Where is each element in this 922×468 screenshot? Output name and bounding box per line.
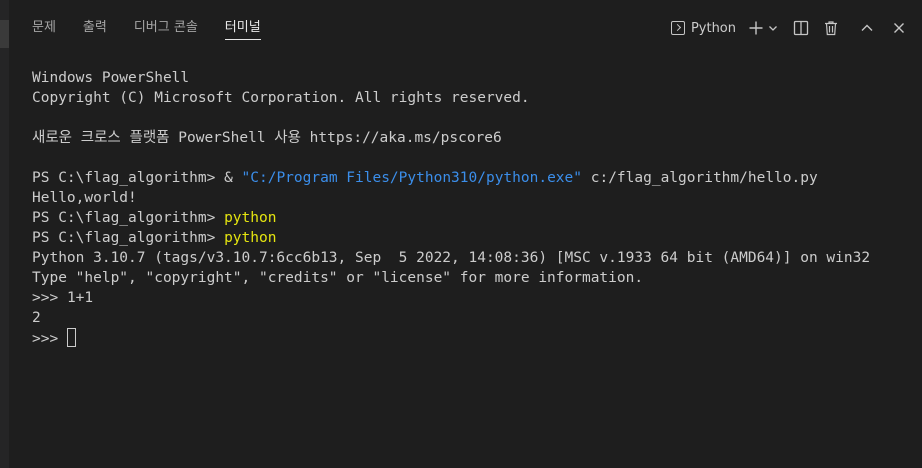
repl-input: 1+1 — [66, 290, 94, 306]
terminal-line: PS C:\flag_algorithm> python — [32, 208, 922, 228]
prompt: PS C:\flag_algorithm> — [32, 210, 216, 226]
call-operator: & — [224, 170, 233, 186]
split-terminal-button[interactable] — [790, 16, 812, 40]
terminal-line: Hello,world! — [32, 190, 137, 206]
text-cursor — [67, 328, 77, 347]
panel-tabs: 문제 출력 디버그 콘솔 터미널 — [32, 0, 288, 55]
terminal-line: Type "help", "copyright", "credits" or "… — [32, 270, 644, 286]
prompt: PS C:\flag_algorithm> — [32, 230, 216, 246]
terminal-line: 새로운 크로스 플랫폼 PowerShell 사용 https://aka.ms… — [32, 130, 502, 146]
tab-debug-console[interactable]: 디버그 콘솔 — [134, 0, 198, 55]
string-argument: "C:/Program Files/Python310/python.exe" — [241, 170, 582, 186]
left-edge-strip — [0, 0, 9, 468]
terminal-line: Python 3.10.7 (tags/v3.10.7:6cc6b13, Sep… — [32, 250, 871, 266]
tab-terminal[interactable]: 터미널 — [224, 0, 261, 55]
command: python — [224, 230, 277, 246]
panel-header: 문제 출력 디버그 콘솔 터미널 Python — [9, 0, 922, 55]
launch-profile-button[interactable] — [766, 16, 780, 40]
repl-prompt: >>> — [32, 331, 59, 347]
trash-icon — [825, 21, 837, 36]
command: python — [224, 210, 277, 226]
chevron-down-icon — [769, 26, 777, 31]
tab-output[interactable]: 출력 — [83, 0, 107, 55]
terminal-line: PS C:\flag_algorithm> & "C:/Program File… — [32, 168, 922, 188]
terminal-input-line[interactable]: >>> — [32, 328, 922, 348]
close-icon — [894, 23, 904, 33]
shell-name: Python — [690, 20, 736, 36]
close-panel-button[interactable] — [888, 16, 910, 40]
kill-terminal-button[interactable] — [820, 16, 842, 40]
new-terminal-button[interactable] — [746, 16, 766, 40]
script-path: c:/flag_algorithm/hello.py — [590, 170, 818, 186]
plus-icon — [749, 21, 763, 35]
repl-prompt: >>> — [32, 290, 59, 306]
terminal-shell-selector[interactable]: Python — [670, 16, 736, 40]
terminal-line: 2 — [32, 310, 41, 326]
tab-problems[interactable]: 문제 — [32, 0, 56, 55]
panel-actions: Python — [670, 16, 910, 40]
terminal-line: Windows PowerShell — [32, 70, 190, 86]
terminal-line: >>> 1+1 — [32, 288, 922, 308]
terminal-icon — [670, 21, 685, 35]
edge-marker — [0, 20, 9, 48]
prompt: PS C:\flag_algorithm> — [32, 170, 216, 186]
maximize-panel-button[interactable] — [856, 16, 878, 40]
split-icon — [793, 20, 809, 36]
terminal-line: Copyright (C) Microsoft Corporation. All… — [32, 90, 530, 106]
terminal-line: PS C:\flag_algorithm> python — [32, 228, 922, 248]
chevron-up-icon — [861, 24, 873, 31]
terminal-output[interactable]: Windows PowerShell Copyright (C) Microso… — [32, 68, 922, 348]
